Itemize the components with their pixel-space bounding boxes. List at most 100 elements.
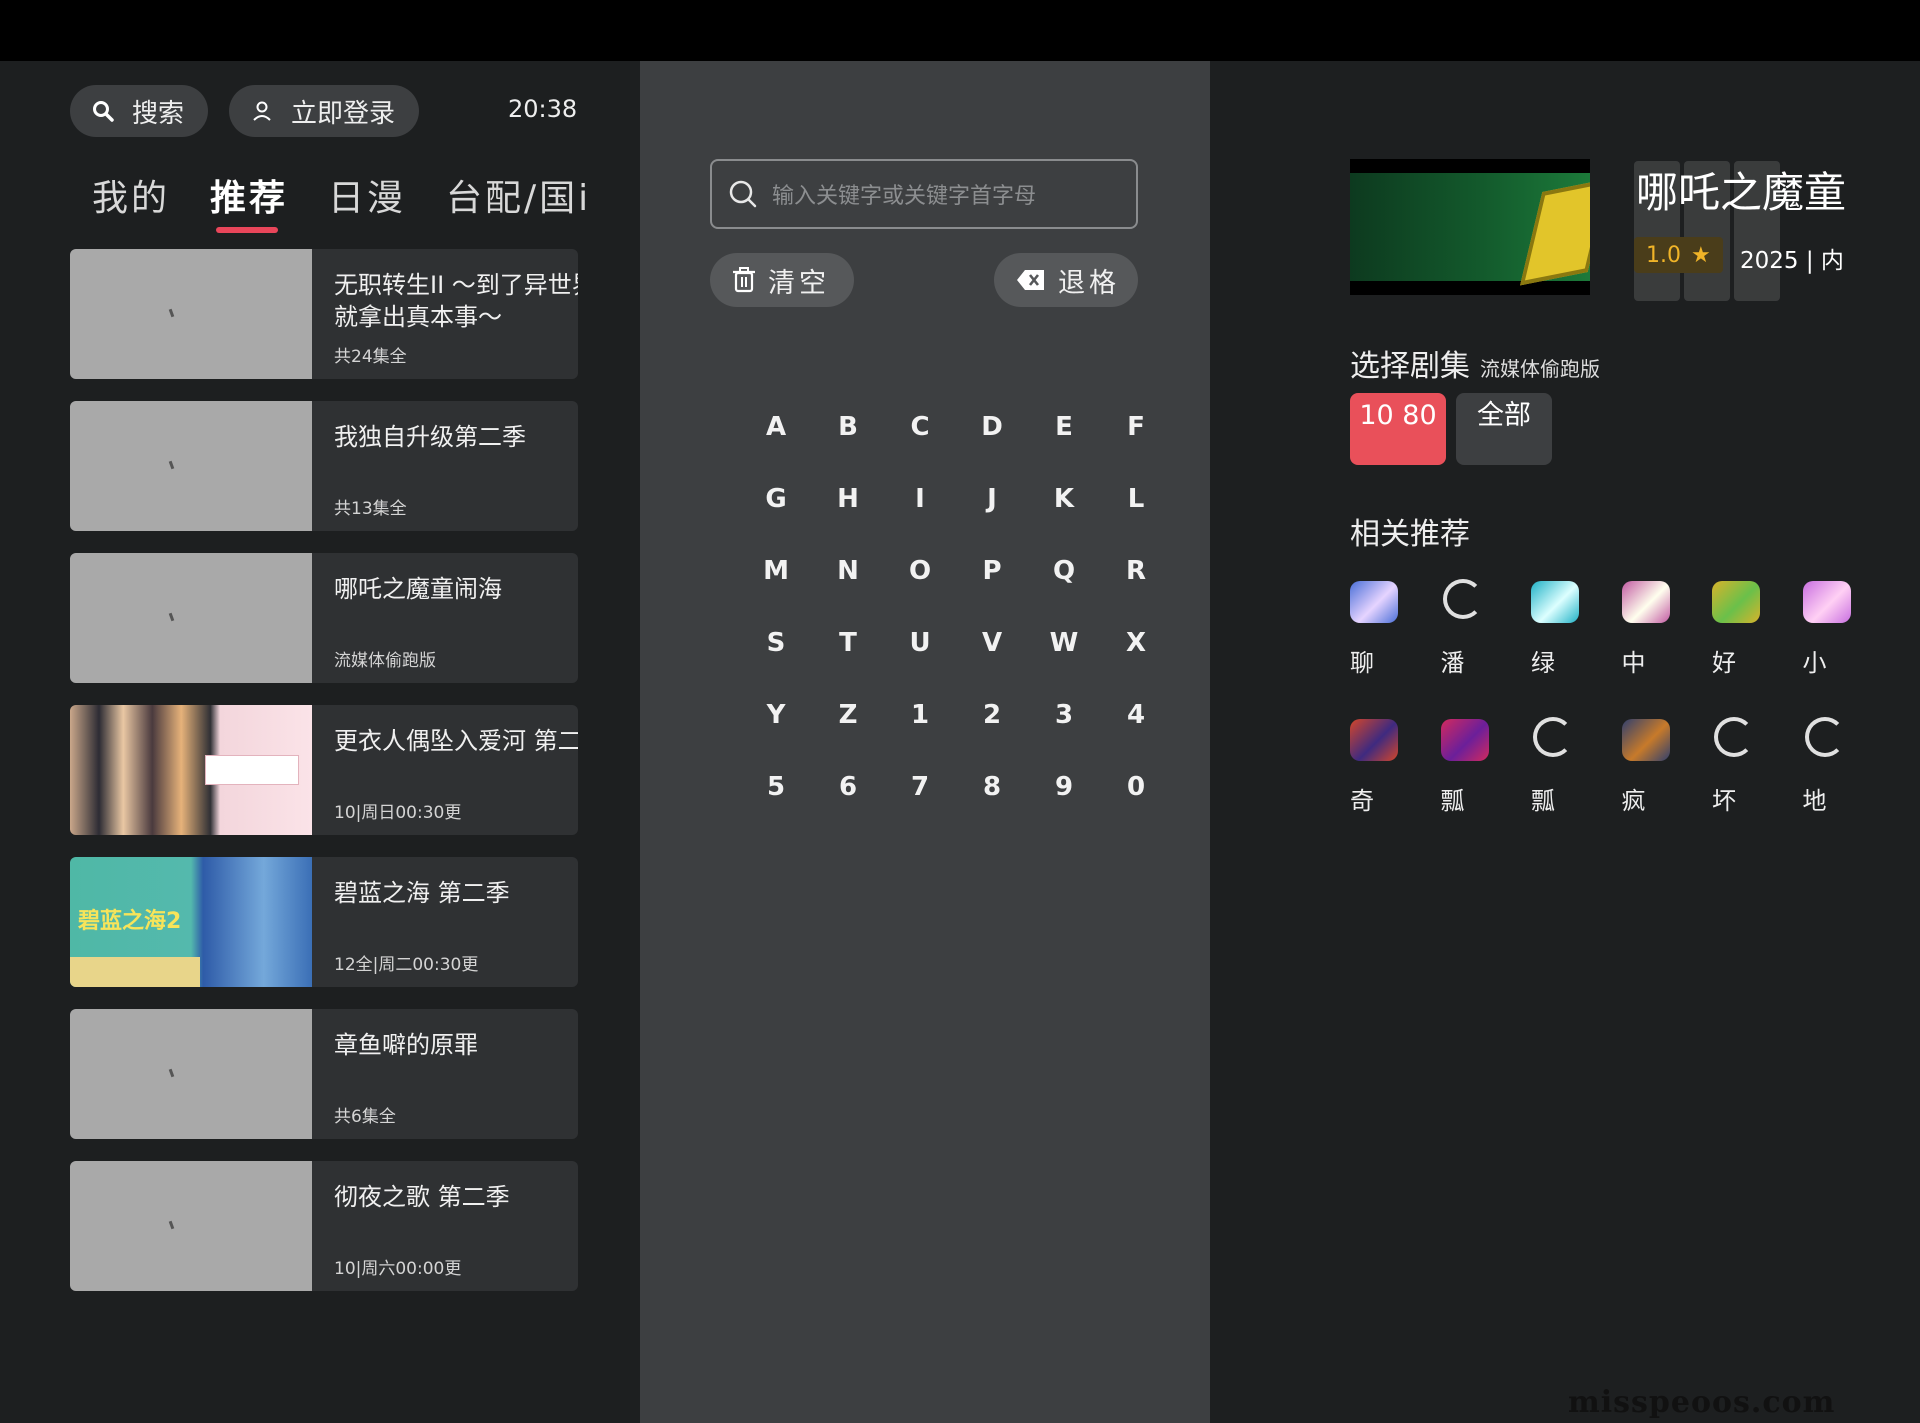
- key-v[interactable]: V: [956, 607, 1028, 679]
- related-item[interactable]: 绿: [1531, 581, 1622, 719]
- key-h[interactable]: H: [812, 463, 884, 535]
- tab-recommend[interactable]: 推荐: [210, 169, 288, 233]
- user-icon: [253, 101, 271, 121]
- watermark: misspeoos.com: [1568, 1385, 1836, 1420]
- related-item-label: 绿: [1531, 649, 1555, 677]
- list-item[interactable]: 我独自升级第二季 共13集全: [70, 401, 578, 531]
- key-1[interactable]: 1: [884, 679, 956, 751]
- key-7[interactable]: 7: [884, 751, 956, 823]
- thumbnail: [70, 249, 312, 379]
- overlay-icon: [1734, 161, 1780, 301]
- key-t[interactable]: T: [812, 607, 884, 679]
- key-d[interactable]: D: [956, 391, 1028, 463]
- key-3[interactable]: 3: [1028, 679, 1100, 751]
- key-w[interactable]: W: [1028, 607, 1100, 679]
- key-z[interactable]: Z: [812, 679, 884, 751]
- key-2[interactable]: 2: [956, 679, 1028, 751]
- key-s[interactable]: S: [740, 607, 812, 679]
- key-o[interactable]: O: [884, 535, 956, 607]
- key-6[interactable]: 6: [812, 751, 884, 823]
- episode-button[interactable]: 10 80: [1350, 393, 1446, 465]
- related-item-label: 小: [1802, 649, 1827, 677]
- related-item-label: 坏: [1712, 787, 1736, 815]
- related-item-label: 地: [1802, 787, 1827, 815]
- key-e[interactable]: E: [1028, 391, 1100, 463]
- game-icon: [1350, 719, 1398, 761]
- key-u[interactable]: U: [884, 607, 956, 679]
- login-button[interactable]: 立即登录: [229, 85, 419, 137]
- list-item[interactable]: 章鱼噼的原罪 共6集全: [70, 1009, 578, 1139]
- search-icon: [93, 101, 114, 122]
- episodes-source: 流媒体偷跑版: [1480, 357, 1600, 381]
- key-n[interactable]: N: [812, 535, 884, 607]
- related-item-label: 瓢: [1440, 787, 1465, 815]
- loading-icon: [1442, 579, 1483, 619]
- game-icon: [1621, 719, 1670, 761]
- key-c[interactable]: C: [884, 391, 956, 463]
- related-item[interactable]: 疯: [1621, 719, 1713, 857]
- related-item-label: 聊: [1350, 649, 1374, 677]
- search-input[interactable]: 输入关键字或关键字首字母: [710, 159, 1138, 229]
- search-icon: [729, 180, 757, 208]
- year-info: 2025 | 内: [1740, 248, 1844, 274]
- key-p[interactable]: P: [956, 535, 1028, 607]
- thumbnail: [70, 1009, 312, 1139]
- list-item[interactable]: 彻夜之歌 第二季 10|周六00:00更: [70, 1161, 578, 1291]
- related-item[interactable]: 好: [1712, 581, 1803, 719]
- game-icon: [1621, 581, 1670, 623]
- loading-icon: [1533, 717, 1573, 757]
- backspace-icon: [1017, 270, 1044, 290]
- key-m[interactable]: M: [740, 535, 812, 607]
- list-item-title: 彻夜之歌 第二季: [334, 1183, 510, 1211]
- related-item-label: 潘: [1440, 649, 1465, 677]
- clear-button[interactable]: 清空: [710, 253, 854, 307]
- key-a[interactable]: A: [740, 391, 812, 463]
- list-item-title: 我独自升级第二季: [334, 423, 526, 451]
- episodes-title: 选择剧集: [1350, 349, 1470, 384]
- list-item[interactable]: 无职转生II ～到了异世界就拿出真本事～ 共24集全: [70, 249, 578, 379]
- key-i[interactable]: I: [884, 463, 956, 535]
- backspace-button[interactable]: 退格: [994, 253, 1138, 307]
- key-f[interactable]: F: [1100, 391, 1172, 463]
- key-8[interactable]: 8: [956, 751, 1028, 823]
- poster[interactable]: [1350, 159, 1590, 295]
- key-b[interactable]: B: [812, 391, 884, 463]
- related-item[interactable]: 中: [1621, 581, 1713, 719]
- clear-button-label: 清空: [768, 267, 830, 299]
- key-r[interactable]: R: [1100, 535, 1172, 607]
- key-j[interactable]: J: [956, 463, 1028, 535]
- search-button-label: 搜索: [132, 98, 185, 129]
- key-q[interactable]: Q: [1028, 535, 1100, 607]
- related-item-label: 疯: [1621, 787, 1646, 815]
- key-9[interactable]: 9: [1028, 751, 1100, 823]
- list-item-sub: 共24集全: [334, 347, 407, 367]
- related-item[interactable]: 坏: [1712, 717, 1803, 857]
- status-bar: [0, 0, 1920, 61]
- related-item[interactable]: 小: [1802, 581, 1894, 719]
- related-item[interactable]: 奇: [1350, 719, 1441, 857]
- key-4[interactable]: 4: [1100, 679, 1172, 751]
- key-x[interactable]: X: [1100, 607, 1172, 679]
- key-g[interactable]: G: [740, 463, 812, 535]
- key-y[interactable]: Y: [740, 679, 812, 751]
- key-l[interactable]: L: [1100, 463, 1172, 535]
- trash-icon: [733, 267, 755, 293]
- search-button[interactable]: 搜索: [70, 85, 208, 137]
- list-item-sub: 共6集全: [334, 1107, 396, 1127]
- tab-japanese-anime[interactable]: 日漫: [328, 169, 406, 221]
- key-0[interactable]: 0: [1100, 751, 1172, 823]
- list-item[interactable]: 哪吒之魔童闹海 流媒体偷跑版: [70, 553, 578, 683]
- list-item[interactable]: 碧蓝之海2 碧蓝之海 第二季 12全|周二00:30更: [70, 857, 578, 987]
- search-placeholder: 输入关键字或关键字首字母: [772, 184, 1037, 209]
- key-5[interactable]: 5: [740, 751, 812, 823]
- related-item[interactable]: 地: [1802, 717, 1894, 857]
- related-item[interactable]: 瓢: [1440, 719, 1532, 857]
- tab-mine[interactable]: 我的: [92, 169, 170, 221]
- related-item[interactable]: 潘: [1440, 579, 1532, 719]
- list-item[interactable]: 更衣人偶坠入爱河 第二 10|周日00:30更: [70, 705, 578, 835]
- related-item[interactable]: 聊: [1350, 581, 1441, 719]
- related-item[interactable]: 瓢: [1531, 717, 1622, 857]
- tab-chinese-dub[interactable]: 台配/国i: [446, 169, 591, 221]
- key-k[interactable]: K: [1028, 463, 1100, 535]
- all-episodes-button[interactable]: 全部: [1456, 393, 1552, 465]
